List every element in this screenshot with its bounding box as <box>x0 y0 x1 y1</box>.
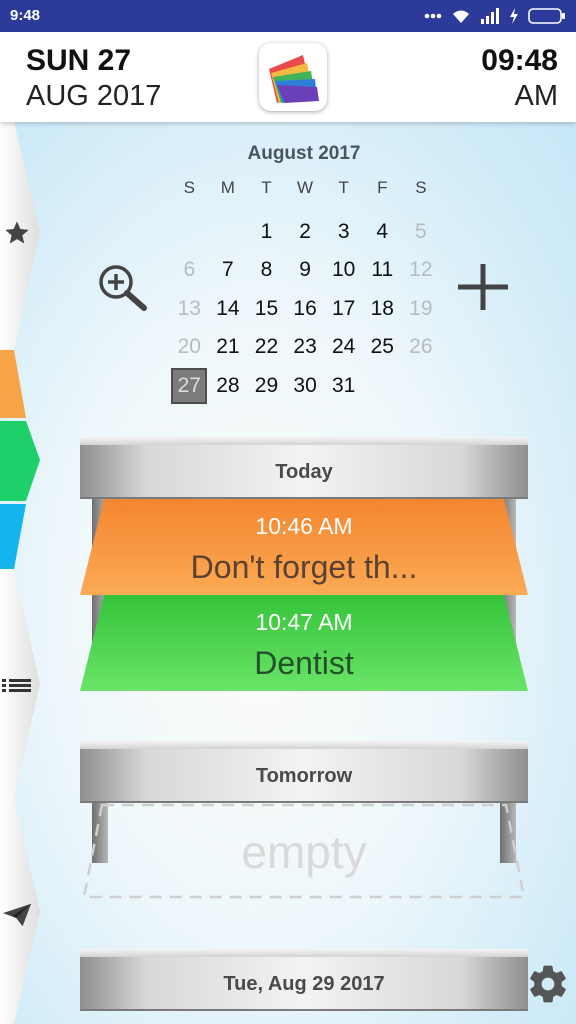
calendar-day[interactable]: 9 <box>286 251 325 290</box>
shelf-header: Tue, Aug 29 2017 <box>80 949 528 1011</box>
calendar-day[interactable]: 29 <box>247 367 286 406</box>
calendar-empty-cell <box>209 213 248 252</box>
calendar-day[interactable]: 2 <box>286 213 325 252</box>
calendar-day[interactable]: 17 <box>324 290 363 329</box>
calendar-day[interactable]: 6 <box>170 251 209 290</box>
event-card[interactable]: 10:47 AM Dentist <box>80 595 528 691</box>
calendar-day[interactable]: 4 <box>363 213 402 252</box>
list-icon[interactable] <box>2 670 32 700</box>
shelf-header: Today <box>80 437 528 499</box>
calendar-day[interactable]: 27 <box>170 367 209 406</box>
weekday-label: T <box>338 178 349 197</box>
shelf-header: Tomorrow <box>80 741 528 803</box>
side-tabs <box>0 122 46 1024</box>
calendar-day[interactable]: 19 <box>402 290 441 329</box>
shelf-label-today: Today <box>275 461 333 483</box>
shelf-tomorrow: empty Tomorrow <box>80 741 528 901</box>
app-header: SUN 27 AUG 2017 09:48 AM <box>0 32 576 122</box>
weekday-label: M <box>220 178 235 197</box>
tab-category-green <box>0 421 40 501</box>
calendar-day[interactable]: 22 <box>247 328 286 367</box>
calendar-day[interactable]: 8 <box>247 251 286 290</box>
battery-icon <box>528 8 565 24</box>
zoom-in-button[interactable] <box>96 262 150 312</box>
calendar-day[interactable]: 11 <box>363 251 402 290</box>
weekday-label: W <box>297 178 314 197</box>
calendar-day[interactable]: 30 <box>286 367 325 406</box>
calendar-title: August 2017 <box>247 143 361 164</box>
status-bar: 9:48 <box>0 0 576 32</box>
weekday-label: F <box>377 178 388 197</box>
empty-text: empty <box>241 826 367 878</box>
app-logo[interactable] <box>259 43 327 111</box>
calendar-day[interactable]: 24 <box>324 328 363 367</box>
header-day: SUN 27 <box>26 44 132 77</box>
wifi-icon <box>453 10 469 23</box>
event-card[interactable]: 10:46 AM Don't forget th... <box>80 499 528 595</box>
calendar-empty-cell <box>402 367 441 406</box>
weekday-label: S <box>183 178 195 197</box>
status-icons <box>424 6 566 26</box>
calendar-day[interactable]: 16 <box>286 290 325 329</box>
weekday-label: S <box>415 178 427 197</box>
event-title: Dentist <box>254 645 354 681</box>
calendar-day[interactable]: 10 <box>324 251 363 290</box>
calendar-day[interactable]: 18 <box>363 290 402 329</box>
add-event-button[interactable] <box>456 262 510 312</box>
calendar-day[interactable]: 26 <box>402 328 441 367</box>
star-icon[interactable] <box>2 218 32 248</box>
shelf-aug-29: Tue, Aug 29 2017 <box>80 949 528 1024</box>
dots-icon <box>424 13 442 19</box>
calendar-day[interactable]: 1 <box>247 213 286 252</box>
calendar-day[interactable]: 20 <box>170 328 209 367</box>
header-time: 09:48 <box>481 44 558 77</box>
header-ampm: AM <box>514 80 559 112</box>
calendar-day[interactable]: 21 <box>209 328 248 367</box>
status-time: 9:48 <box>10 7 41 24</box>
calendar-empty-cell <box>363 367 402 406</box>
shelf-label-tomorrow: Tomorrow <box>255 765 353 787</box>
shelf-label-date: Tue, Aug 29 2017 <box>223 973 385 995</box>
settings-button[interactable] <box>526 962 570 1006</box>
paper-plane-icon[interactable] <box>2 900 32 930</box>
calendar-day[interactable]: 31 <box>324 367 363 406</box>
calendar-day[interactable]: 28 <box>209 367 248 406</box>
plus-icon <box>458 264 508 310</box>
calendar-grid: S M T W T F S 1 2 3 4 5 6 7 8 9 10 11 12 13 14 15 16 17 18 19 20 21… <box>170 174 440 405</box>
event-time: 10:47 AM <box>255 609 353 635</box>
event-time: 10:46 AM <box>255 513 353 539</box>
calendar-day[interactable]: 7 <box>209 251 248 290</box>
tab-category-orange <box>0 350 26 418</box>
calendar-day[interactable]: 25 <box>363 328 402 367</box>
calendar-day[interactable]: 15 <box>247 290 286 329</box>
main-area: August 2017 S M T W T F S 1 2 3 4 5 6 7 8 9 10 11 12 13 14 15… <box>0 122 576 1024</box>
calendar-day[interactable]: 3 <box>324 213 363 252</box>
charging-icon <box>510 8 518 24</box>
zoom-in-icon <box>99 265 147 311</box>
calendar-day[interactable]: 23 <box>286 328 325 367</box>
selected-day: 27 <box>171 367 208 404</box>
calendar-day[interactable]: 13 <box>170 290 209 329</box>
event-title: Don't forget th... <box>190 549 418 585</box>
header-month-year: AUG 2017 <box>26 80 162 112</box>
weekday-label: T <box>261 178 272 197</box>
calendar-day[interactable]: 14 <box>209 290 248 329</box>
calendar-day[interactable]: 12 <box>402 251 441 290</box>
calendar-day[interactable]: 5 <box>402 213 441 252</box>
side-tabs-background <box>0 122 40 1024</box>
signal-icon <box>481 8 499 24</box>
gear-icon <box>530 965 566 1003</box>
calendar-empty-cell <box>170 213 209 252</box>
shelf-today: 10:46 AM Don't forget th... 10:47 AM Den… <box>80 437 528 697</box>
tab-category-blue <box>0 504 26 569</box>
